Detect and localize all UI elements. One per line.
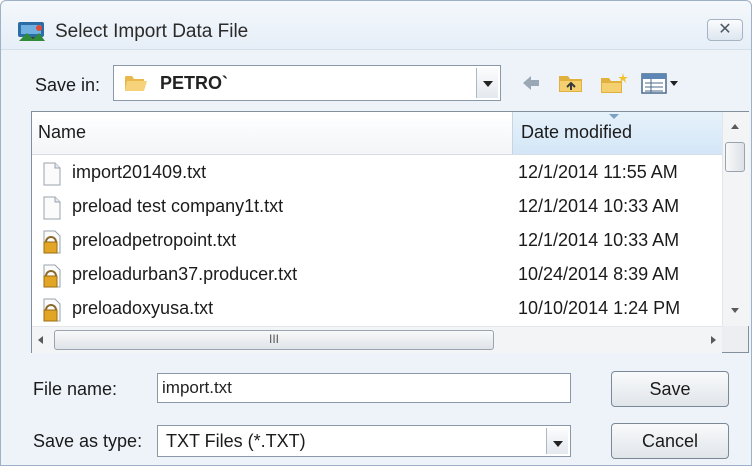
chevron-down-icon[interactable] — [476, 68, 498, 98]
file-name: preloadurban37.producer.txt — [72, 264, 298, 284]
scroll-grip-icon: III — [268, 332, 279, 346]
file-date: 12/1/2014 10:33 AM — [518, 196, 680, 216]
column-header-date-modified[interactable]: Date modified — [512, 112, 723, 154]
back-arrow-icon[interactable] — [519, 71, 543, 95]
file-name: preload test company1t.txt — [72, 196, 284, 216]
file-date: 12/1/2014 11:55 AM — [518, 162, 678, 182]
locked-file-icon — [43, 264, 61, 288]
text-file-icon — [43, 196, 61, 220]
file-list[interactable]: Name Date modified import201409.txt 12/1… — [31, 111, 749, 353]
chevron-down-icon[interactable] — [546, 428, 568, 454]
file-name: import201409.txt — [72, 162, 207, 182]
file-date: 12/1/2014 10:33 AM — [518, 230, 680, 250]
vertical-scrollbar[interactable] — [722, 112, 749, 326]
sort-indicator-icon — [609, 114, 619, 119]
save-as-type-label: Save as type: — [33, 431, 143, 451]
file-row[interactable]: preloadurban37.producer.txt 10/24/2014 8… — [32, 258, 722, 292]
scroll-left-icon[interactable] — [38, 336, 43, 344]
file-row[interactable]: preloadoxyusa.txt 10/10/2014 1:24 PM — [32, 292, 722, 326]
file-date: 10/10/2014 1:24 PM — [518, 298, 681, 318]
title-bar[interactable]: Select Import Data File ✕ — [1, 1, 751, 50]
file-name-label: File name: — [33, 379, 118, 399]
up-folder-icon[interactable] — [557, 71, 585, 95]
column-header-name[interactable]: Name — [38, 122, 86, 143]
scroll-down-icon[interactable] — [731, 308, 739, 313]
file-name-input[interactable] — [157, 373, 571, 403]
file-row[interactable]: preload test company1t.txt 12/1/2014 10:… — [32, 190, 722, 224]
save-in-value: PETRO` — [160, 73, 229, 93]
save-as-type-dropdown[interactable]: TXT Files (*.TXT) — [157, 425, 571, 457]
file-row[interactable]: import201409.txt 12/1/2014 11:55 AM — [32, 156, 722, 190]
cancel-button[interactable]: Cancel — [611, 423, 729, 459]
horizontal-scrollbar[interactable]: III — [32, 326, 722, 353]
save-in-dropdown[interactable]: PETRO` — [113, 65, 501, 101]
scroll-corner — [722, 326, 748, 352]
horizontal-scroll-thumb[interactable]: III — [54, 330, 494, 350]
folder-icon — [125, 76, 147, 91]
new-folder-icon[interactable] — [599, 71, 629, 95]
window-title: Select Import Data File — [55, 21, 249, 42]
save-dialog: Select Import Data File ✕ Save in: PETRO… — [0, 0, 752, 466]
save-in-label: Save in: — [35, 75, 101, 95]
vertical-scroll-thumb[interactable] — [725, 142, 745, 172]
app-icon — [18, 22, 45, 41]
close-button[interactable]: ✕ — [707, 19, 743, 41]
close-icon: ✕ — [718, 21, 732, 38]
file-row[interactable]: preloadpetropoint.txt 12/1/2014 10:33 AM — [32, 224, 722, 258]
locked-file-icon — [43, 298, 61, 322]
text-file-icon — [43, 162, 61, 186]
file-name: preloadpetropoint.txt — [72, 230, 237, 250]
column-header-date-label: Date modified — [521, 122, 633, 142]
scroll-up-icon[interactable] — [731, 124, 739, 129]
view-menu-icon[interactable] — [641, 71, 681, 95]
save-button[interactable]: Save — [611, 371, 729, 407]
locked-file-icon — [43, 230, 61, 254]
file-date: 10/24/2014 8:39 AM — [518, 264, 680, 284]
column-header-row: Name Date modified — [32, 112, 723, 155]
file-name: preloadoxyusa.txt — [72, 298, 214, 318]
scroll-right-icon[interactable] — [711, 336, 716, 344]
save-as-type-value: TXT Files (*.TXT) — [166, 431, 306, 451]
